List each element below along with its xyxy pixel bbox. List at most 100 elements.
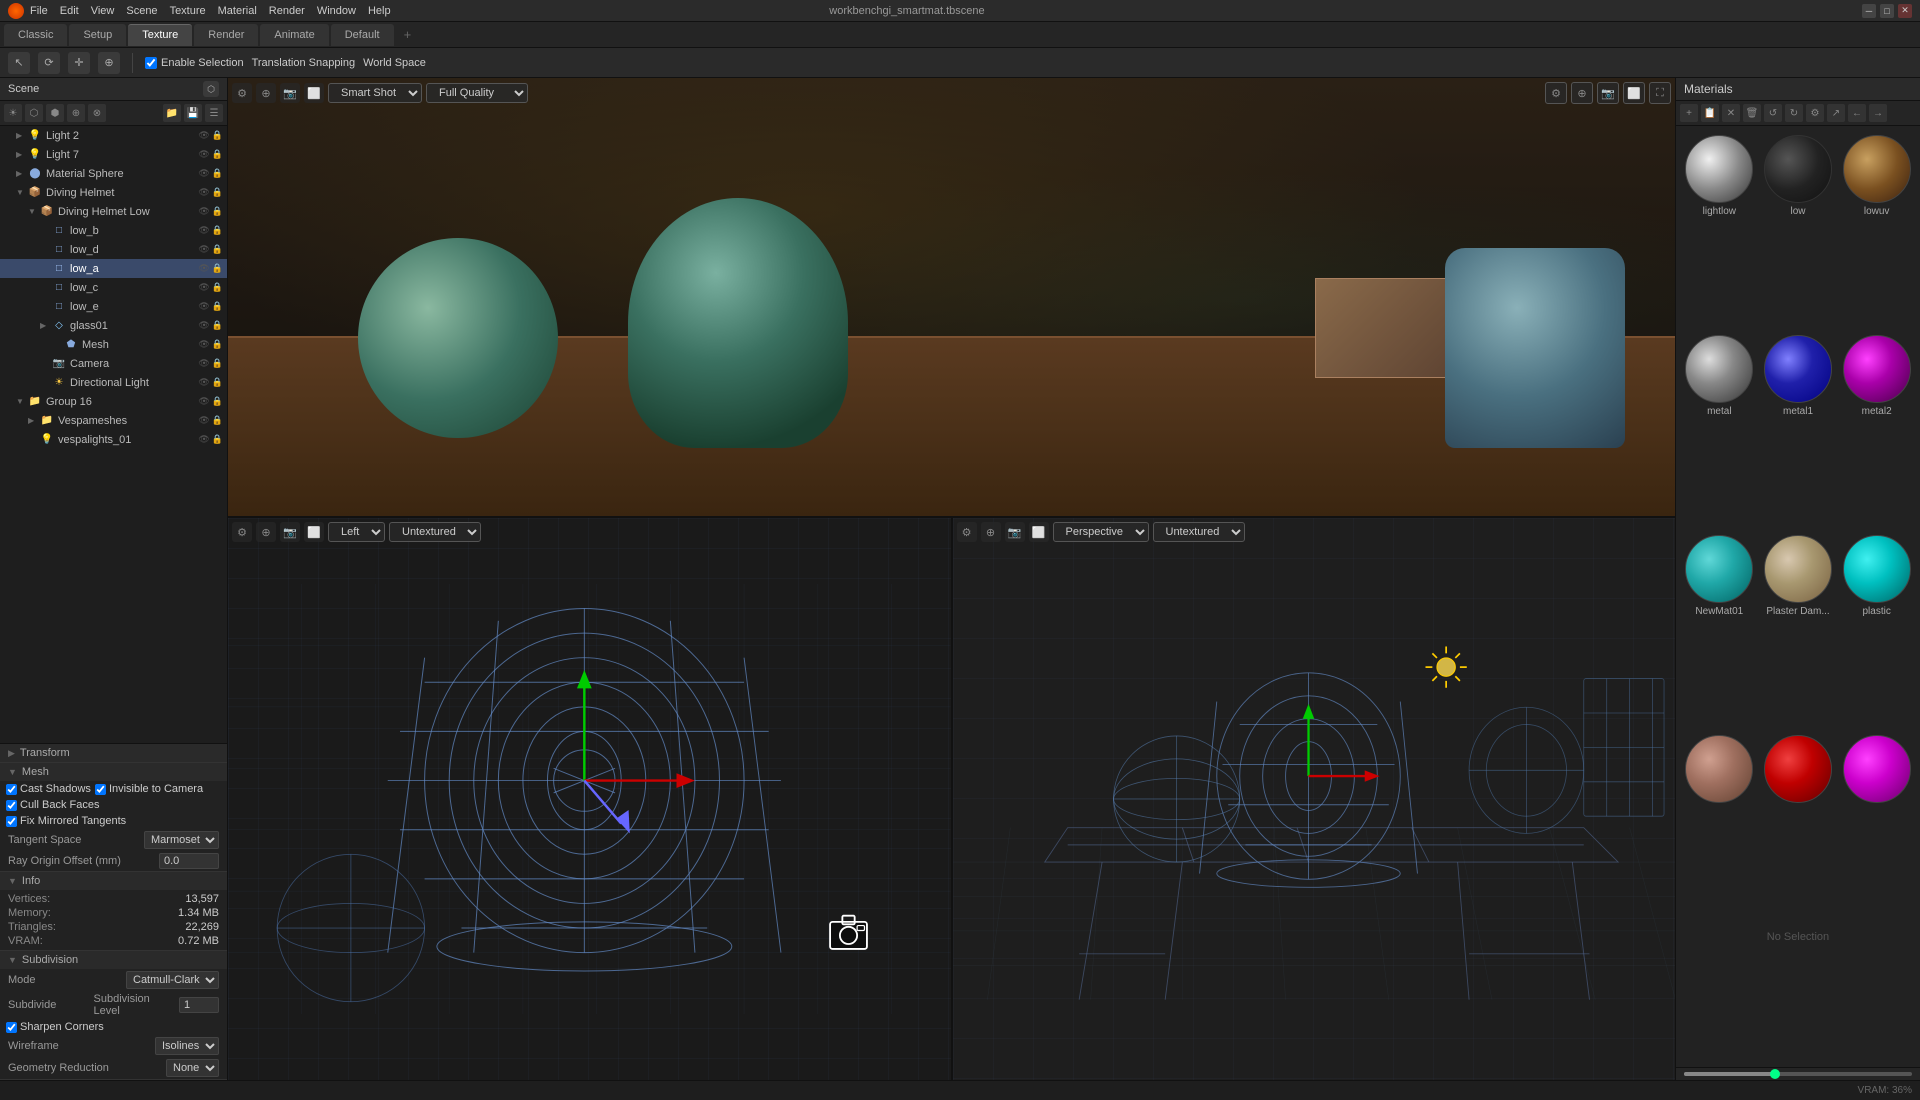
sharpen-corners-checkbox[interactable]: Sharpen Corners — [6, 1021, 104, 1033]
menu-edit[interactable]: Edit — [60, 5, 79, 17]
tree-item-vespameshes[interactable]: ▶ 📁 Vespameshes 👁 🔒 — [0, 411, 227, 430]
render-fullscreen-icon[interactable]: ⛶ — [1649, 82, 1671, 104]
mat-undo-icon[interactable]: ↺ — [1764, 104, 1782, 122]
top-viewport-camera-icon[interactable]: 📷 — [280, 83, 300, 103]
bl-camera-icon[interactable]: 📷 — [280, 522, 300, 542]
transform-tool-icon[interactable]: ⊕ — [98, 52, 120, 74]
fix-mirrored-tangents-checkbox[interactable]: Fix Mirrored Tangents — [6, 815, 126, 827]
menu-file[interactable]: File — [30, 5, 48, 17]
menu-scene[interactable]: Scene — [126, 5, 157, 17]
tree-item-vespalights01[interactable]: ▶ 💡 vespalights_01 👁 🔒 — [0, 430, 227, 449]
bl-shading-select[interactable]: Untextured — [389, 522, 481, 542]
cull-back-faces-checkbox[interactable]: Cull Back Faces — [6, 799, 99, 811]
tab-setup[interactable]: Setup — [69, 24, 126, 46]
bl-settings-icon[interactable]: ⚙ — [232, 522, 252, 542]
tree-item-low-d[interactable]: ▶ □ low_d 👁 🔒 — [0, 240, 227, 259]
render-window-icon[interactable]: ⬜ — [1623, 82, 1645, 104]
scene-tool-add-icon[interactable]: ⊕ — [67, 104, 85, 122]
tree-item-glass01[interactable]: ▶ ◇ glass01 👁 🔒 — [0, 316, 227, 335]
fix-mirrored-tangents-input[interactable] — [6, 816, 17, 827]
tangent-space-select[interactable]: Marmoset — [144, 831, 219, 849]
tree-item-diving-helmet-low[interactable]: ▼ 📦 Diving Helmet Low 👁 🔒 — [0, 202, 227, 221]
render-camera2-icon[interactable]: 📷 — [1597, 82, 1619, 104]
br-window-icon[interactable]: ⬜ — [1029, 522, 1049, 542]
enable-selection-checkbox[interactable] — [145, 57, 157, 69]
tree-item-light7[interactable]: ▶ 💡 Light 7 👁 🔒 — [0, 145, 227, 164]
materials-slider[interactable] — [1684, 1072, 1912, 1076]
mode-select[interactable]: Catmull-Clark — [126, 971, 219, 989]
scene-tool-save-icon[interactable]: 💾 — [184, 104, 202, 122]
br-expand-icon[interactable]: ⊕ — [981, 522, 1001, 542]
br-shading-select[interactable]: Untextured — [1153, 522, 1245, 542]
close-button[interactable]: ✕ — [1898, 4, 1912, 18]
mat-settings-icon[interactable]: ⚙ — [1806, 104, 1824, 122]
scene-tool-remove-icon[interactable]: ⊗ — [88, 104, 106, 122]
mesh-section-header[interactable]: ▼ Mesh — [0, 763, 227, 781]
cast-shadows-input[interactable] — [6, 784, 17, 795]
invisible-to-camera-input[interactable] — [95, 784, 106, 795]
menu-window[interactable]: Window — [317, 5, 356, 17]
mat-item-lowuv[interactable]: lowuv — [1839, 132, 1914, 328]
subdivision-level-input[interactable] — [179, 997, 219, 1013]
scene-expand-icon[interactable]: ⬡ — [203, 81, 219, 97]
tree-item-directional-light[interactable]: ▶ ☀ Directional Light 👁 🔒 — [0, 373, 227, 392]
mat-redo-icon[interactable]: ↻ — [1785, 104, 1803, 122]
scene-tool-geo-icon[interactable]: ⬡ — [25, 104, 43, 122]
mat-item-extra1[interactable] — [1682, 732, 1757, 917]
invisible-to-camera-checkbox[interactable]: Invisible to Camera — [95, 783, 203, 795]
tree-item-low-e[interactable]: ▶ □ low_e 👁 🔒 — [0, 297, 227, 316]
mat-next-icon[interactable]: → — [1869, 104, 1887, 122]
maximize-button[interactable]: □ — [1880, 4, 1894, 18]
mat-item-plasterdam[interactable]: Plaster Dam... — [1761, 532, 1836, 728]
move-tool-icon[interactable]: ✛ — [68, 52, 90, 74]
translation-snapping-toggle[interactable]: Translation Snapping — [252, 57, 356, 69]
camera-select[interactable]: Smart Shot Camera — [328, 83, 422, 103]
mat-item-metal2[interactable]: metal2 — [1839, 332, 1914, 528]
tab-default[interactable]: Default — [331, 24, 394, 46]
top-viewport-window-icon[interactable]: ⬜ — [304, 83, 324, 103]
tab-add-button[interactable]: + — [396, 24, 420, 45]
tree-item-material-sphere[interactable]: ▶ ⬤ Material Sphere 👁 🔒 — [0, 164, 227, 183]
bl-view-select[interactable]: Left — [328, 522, 385, 542]
tree-item-light2[interactable]: ▶ 💡 Light 2 👁 🔒 — [0, 126, 227, 145]
bl-expand-icon[interactable]: ⊕ — [256, 522, 276, 542]
menu-material[interactable]: Material — [218, 5, 257, 17]
tree-item-low-b[interactable]: ▶ □ low_b 👁 🔒 — [0, 221, 227, 240]
tree-item-camera[interactable]: ▶ 📷 Camera 👁 🔒 — [0, 354, 227, 373]
mat-remove-icon[interactable]: ✕ — [1722, 104, 1740, 122]
ray-origin-offset-input[interactable] — [159, 853, 219, 869]
rotate-tool-icon[interactable]: ⟳ — [38, 52, 60, 74]
scene-tool-sun-icon[interactable]: ☀ — [4, 104, 22, 122]
top-viewport-expand-icon[interactable]: ⊕ — [256, 83, 276, 103]
scene-tool-obj-icon[interactable]: ⬢ — [46, 104, 64, 122]
mat-item-low[interactable]: low — [1761, 132, 1836, 328]
bottom-right-viewport[interactable]: ⚙ ⊕ 📷 ⬜ Perspective Untextured — [953, 518, 1676, 1080]
info-section-header[interactable]: ▼ Info — [0, 872, 227, 890]
materials-slider-handle[interactable] — [1770, 1069, 1780, 1079]
mat-item-lightlow[interactable]: lightlow — [1682, 132, 1757, 328]
mat-item-metal1[interactable]: metal1 — [1761, 332, 1836, 528]
subdivision-section-header[interactable]: ▼ Subdivision — [0, 951, 227, 969]
mat-item-metal[interactable]: metal — [1682, 332, 1757, 528]
menu-render[interactable]: Render — [269, 5, 305, 17]
render-add-icon[interactable]: ⊕ — [1571, 82, 1593, 104]
geometry-reduction-select[interactable]: None — [166, 1059, 219, 1077]
menu-texture[interactable]: Texture — [170, 5, 206, 17]
mat-item-extra2[interactable] — [1761, 732, 1836, 917]
mat-item-newmat01[interactable]: NewMat01 — [1682, 532, 1757, 728]
world-space-toggle[interactable]: World Space — [363, 57, 426, 69]
tree-item-low-a[interactable]: ▶ □ low_a 👁 🔒 — [0, 259, 227, 278]
tree-item-group16[interactable]: ▼ 📁 Group 16 👁 🔒 — [0, 392, 227, 411]
br-settings-icon[interactable]: ⚙ — [957, 522, 977, 542]
mat-item-plastic[interactable]: plastic — [1839, 532, 1914, 728]
quality-select[interactable]: Full Quality Fast Preview — [426, 83, 528, 103]
tab-texture[interactable]: Texture — [128, 24, 192, 46]
render-settings-icon[interactable]: ⚙ — [1545, 82, 1567, 104]
br-camera-icon[interactable]: 📷 — [1005, 522, 1025, 542]
wireframe-select[interactable]: Isolines — [155, 1037, 219, 1055]
tab-classic[interactable]: Classic — [4, 24, 67, 46]
bottom-left-viewport[interactable]: ⚙ ⊕ 📷 ⬜ Left Untextured — [228, 518, 953, 1080]
cast-shadows-checkbox[interactable]: Cast Shadows — [6, 783, 91, 795]
tree-item-diving-helmet[interactable]: ▼ 📦 Diving Helmet 👁 🔒 — [0, 183, 227, 202]
tree-item-mesh[interactable]: ▶ ⬟ Mesh 👁 🔒 — [0, 335, 227, 354]
